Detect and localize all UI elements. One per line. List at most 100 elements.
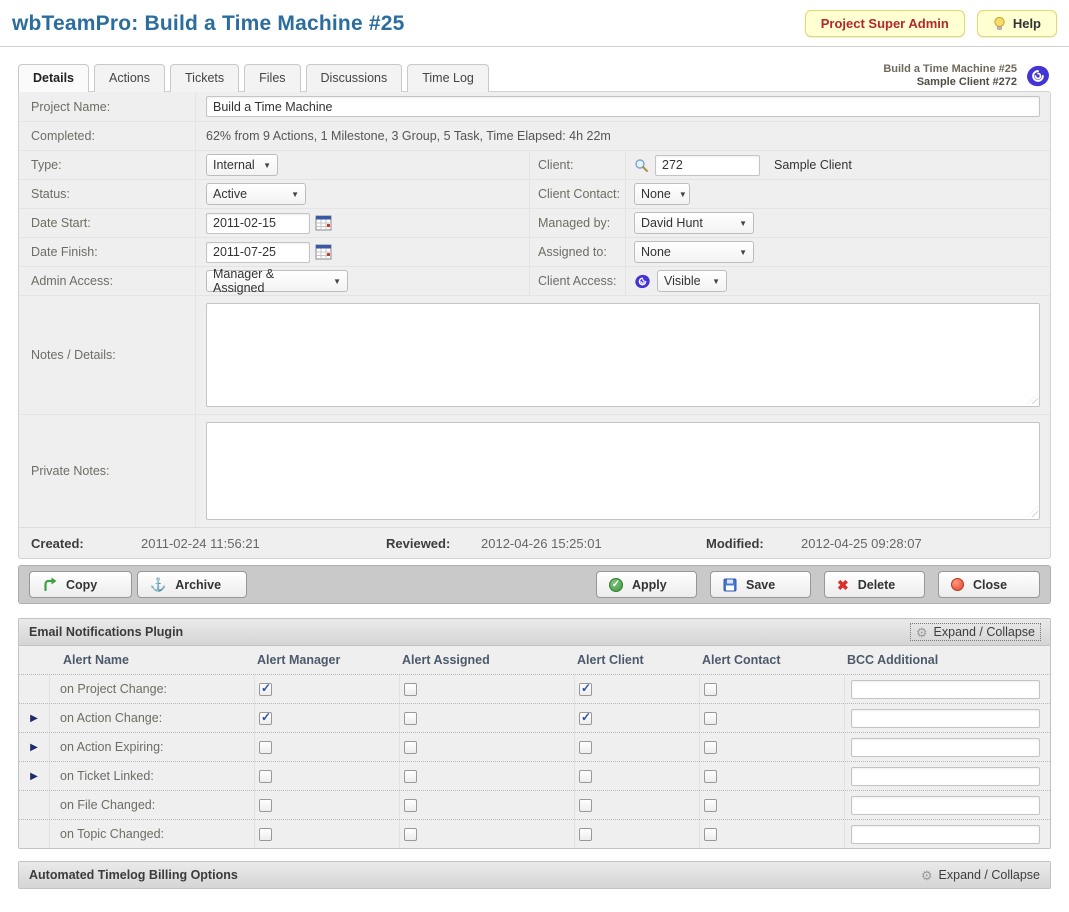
checkbox-alert-client[interactable] xyxy=(579,683,592,696)
expand-arrow-icon[interactable]: ▶ xyxy=(30,771,38,782)
checkbox-alert-manager[interactable] xyxy=(259,683,272,696)
row-status-contact: Status: Active▼ Client Contact: None▼ xyxy=(19,179,1050,208)
date-start-input[interactable] xyxy=(206,213,310,234)
completed-label: Completed: xyxy=(19,122,196,150)
col-alert-client: Alert Client xyxy=(574,653,699,667)
reviewed-value: 2012-04-26 15:25:01 xyxy=(481,536,706,551)
type-select[interactable]: Internal▼ xyxy=(206,154,278,176)
gear-icon: ⚙ xyxy=(916,626,928,639)
row-private-notes: Private Notes: xyxy=(19,414,1050,527)
tab-discussions[interactable]: Discussions xyxy=(306,64,403,92)
delete-button[interactable]: ✖ Delete xyxy=(824,571,925,598)
row-datestart-managedby: Date Start: Managed by: David Hunt▼ xyxy=(19,208,1050,237)
calendar-icon[interactable] xyxy=(315,215,332,231)
reviewed-label: Reviewed: xyxy=(386,536,481,551)
email-expand-collapse-link[interactable]: ⚙ Expand / Collapse xyxy=(911,624,1040,640)
completed-value: 62% from 9 Actions, 1 Milestone, 3 Group… xyxy=(206,129,611,143)
client-contact-label: Client Contact: xyxy=(530,180,626,208)
alert-row-label: on Project Change: xyxy=(60,682,167,696)
apply-button[interactable]: ✓ Apply xyxy=(596,571,697,598)
managed-by-select[interactable]: David Hunt▼ xyxy=(634,212,754,234)
checkbox-alert-manager[interactable] xyxy=(259,770,272,783)
private-notes-textarea[interactable] xyxy=(206,422,1040,520)
anchor-icon: ⚓ xyxy=(150,578,166,591)
admin-access-select[interactable]: Manager & Assigned▼ xyxy=(206,270,348,292)
checkbox-alert-contact[interactable] xyxy=(704,741,717,754)
checkbox-alert-assigned[interactable] xyxy=(404,828,417,841)
assigned-to-select[interactable]: None▼ xyxy=(634,241,754,263)
calendar-icon[interactable] xyxy=(315,244,332,260)
copy-arrow-icon xyxy=(42,577,57,592)
checkbox-alert-contact[interactable] xyxy=(704,712,717,725)
help-button[interactable]: Help xyxy=(977,10,1057,37)
tab-files[interactable]: Files xyxy=(244,64,300,92)
bcc-additional-input[interactable] xyxy=(851,738,1040,757)
project-name-label: Project Name: xyxy=(19,92,196,121)
notes-textarea[interactable] xyxy=(206,303,1040,407)
checkbox-alert-client[interactable] xyxy=(579,828,592,841)
status-label: Status: xyxy=(19,180,196,208)
checkbox-alert-client[interactable] xyxy=(579,770,592,783)
checkbox-alert-client[interactable] xyxy=(579,741,592,754)
admin-access-label: Admin Access: xyxy=(19,267,196,295)
date-start-label: Date Start: xyxy=(19,209,196,237)
checkbox-alert-manager[interactable] xyxy=(259,712,272,725)
tab-bar: DetailsActionsTicketsFilesDiscussionsTim… xyxy=(18,61,1051,91)
alert-row: ▶ on Topic Changed: xyxy=(19,819,1050,848)
row-notes: Notes / Details: xyxy=(19,295,1050,414)
checkbox-alert-contact[interactable] xyxy=(704,683,717,696)
row-datefinish-assignedto: Date Finish: Assigned to: None▼ xyxy=(19,237,1050,266)
check-circle-icon: ✓ xyxy=(609,578,623,592)
copy-button[interactable]: Copy xyxy=(29,571,132,598)
expand-arrow-icon[interactable]: ▶ xyxy=(30,713,38,724)
archive-button[interactable]: ⚓ Archive xyxy=(137,571,247,598)
checkbox-alert-assigned[interactable] xyxy=(404,712,417,725)
client-access-label: Client Access: xyxy=(530,267,626,295)
alert-row-label: on Action Change: xyxy=(60,711,162,725)
checkbox-alert-contact[interactable] xyxy=(704,828,717,841)
tab-tickets[interactable]: Tickets xyxy=(170,64,239,92)
checkbox-alert-manager[interactable] xyxy=(259,828,272,841)
checkbox-alert-contact[interactable] xyxy=(704,770,717,783)
checkbox-alert-assigned[interactable] xyxy=(404,741,417,754)
alert-row-label: on Ticket Linked: xyxy=(60,769,154,783)
checkbox-alert-client[interactable] xyxy=(579,799,592,812)
alert-row-label: on File Changed: xyxy=(60,798,155,812)
notes-label: Notes / Details: xyxy=(19,296,196,414)
col-alert-assigned: Alert Assigned xyxy=(399,653,574,667)
date-finish-input[interactable] xyxy=(206,242,310,263)
checkbox-alert-client[interactable] xyxy=(579,712,592,725)
bcc-additional-input[interactable] xyxy=(851,796,1040,815)
tab-time-log[interactable]: Time Log xyxy=(407,64,489,92)
tab-details[interactable]: Details xyxy=(18,64,89,92)
bcc-additional-input[interactable] xyxy=(851,709,1040,728)
email-section-header: Email Notifications Plugin ⚙ Expand / Co… xyxy=(19,619,1050,646)
bcc-additional-input[interactable] xyxy=(851,680,1040,699)
search-icon[interactable] xyxy=(634,158,649,173)
project-name-input[interactable] xyxy=(206,96,1040,117)
status-select[interactable]: Active▼ xyxy=(206,183,306,205)
modified-value: 2012-04-25 09:28:07 xyxy=(801,536,922,551)
client-contact-select[interactable]: None▼ xyxy=(634,183,690,205)
bcc-additional-input[interactable] xyxy=(851,825,1040,844)
private-notes-label: Private Notes: xyxy=(19,415,196,527)
save-button[interactable]: Save xyxy=(710,571,811,598)
close-button[interactable]: Close xyxy=(938,571,1040,598)
alert-row-label: on Topic Changed: xyxy=(60,827,164,841)
checkbox-alert-assigned[interactable] xyxy=(404,683,417,696)
checkbox-alert-contact[interactable] xyxy=(704,799,717,812)
project-super-admin-button[interactable]: Project Super Admin xyxy=(805,10,965,37)
checkbox-alert-assigned[interactable] xyxy=(404,770,417,783)
bcc-additional-input[interactable] xyxy=(851,767,1040,786)
client-id-input[interactable] xyxy=(655,155,760,176)
alert-row: ▶ on File Changed: xyxy=(19,790,1050,819)
tab-actions[interactable]: Actions xyxy=(94,64,165,92)
checkbox-alert-manager[interactable] xyxy=(259,741,272,754)
expand-arrow-icon[interactable]: ▶ xyxy=(30,742,38,753)
timelog-expand-collapse-link[interactable]: ⚙ Expand / Collapse xyxy=(921,868,1040,882)
client-access-select[interactable]: Visible▼ xyxy=(657,270,727,292)
col-alert-name: Alert Name xyxy=(49,653,254,667)
action-button-bar: Copy ⚓ Archive ✓ Apply Save ✖ Delete Clo… xyxy=(18,565,1051,604)
checkbox-alert-assigned[interactable] xyxy=(404,799,417,812)
checkbox-alert-manager[interactable] xyxy=(259,799,272,812)
